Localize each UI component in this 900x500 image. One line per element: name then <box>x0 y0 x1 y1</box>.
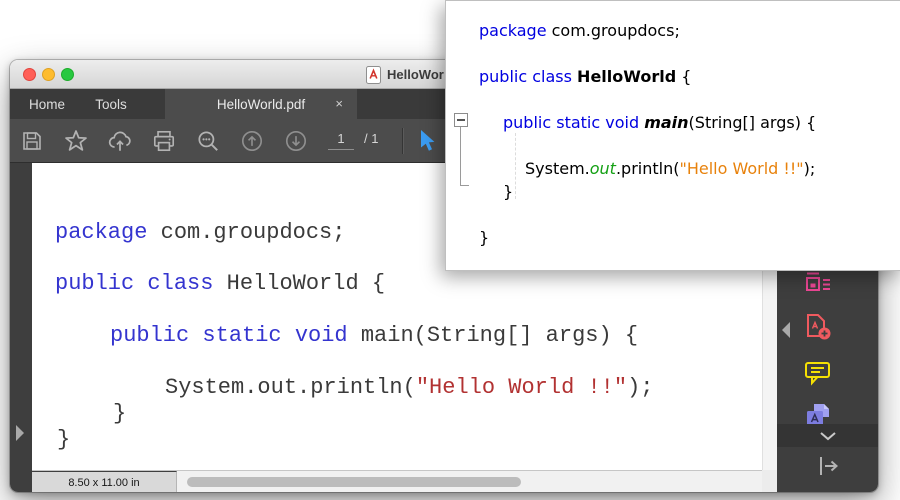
pdf-code-line: } <box>113 401 126 427</box>
window-title: HelloWor <box>366 64 444 85</box>
page-navigation: 1 / 1 <box>328 131 378 150</box>
tab-document[interactable]: HelloWorld.pdf × <box>165 89 357 119</box>
zoom-search-button[interactable] <box>194 127 222 155</box>
create-pdf-tool-icon <box>804 313 832 341</box>
close-tab-icon[interactable]: × <box>335 96 343 112</box>
pdf-file-icon <box>366 66 381 84</box>
share-button[interactable] <box>106 127 134 155</box>
pdf-code-line: package com.groupdocs; <box>55 220 345 246</box>
page-up-icon <box>239 128 265 154</box>
page-down-icon <box>283 128 309 154</box>
expand-tools-pane-icon[interactable] <box>782 322 790 338</box>
tab-document-label: HelloWorld.pdf <box>217 97 305 112</box>
zoom-search-icon <box>195 128 221 154</box>
close-window-button[interactable] <box>23 68 36 81</box>
minus-icon <box>457 119 465 121</box>
edit-pdf-tool-button[interactable] <box>804 272 832 300</box>
favorite-button[interactable] <box>62 127 90 155</box>
pdf-code-line: System.out.println("Hello World !!"); <box>165 375 653 401</box>
tab-home[interactable]: Home <box>18 89 76 119</box>
print-button[interactable] <box>150 127 178 155</box>
star-icon <box>63 128 89 154</box>
pointer-icon <box>416 128 440 154</box>
page-size-badge: 8.50 x 11.00 in <box>32 471 177 492</box>
editor-code-line: package com.groupdocs; <box>479 19 680 42</box>
edit-pdf-tool-icon <box>804 272 832 300</box>
window-title-text: HelloWor <box>387 67 444 82</box>
left-nav-pane <box>10 163 32 492</box>
editor-code-line: System.out.println("Hello World !!"); <box>525 157 815 180</box>
open-tools-pane-icon <box>817 455 841 477</box>
editor-code-line: } <box>503 180 513 203</box>
more-tools-chevron-icon <box>819 431 837 441</box>
minimize-window-button[interactable] <box>42 68 55 81</box>
pdf-code-line: public class HelloWorld { <box>55 271 385 297</box>
fold-guide-foot <box>460 185 469 186</box>
editor-code-line: } <box>479 226 489 249</box>
zoom-window-button[interactable] <box>61 68 74 81</box>
horizontal-scrollbar-thumb[interactable] <box>187 477 521 487</box>
create-pdf-tool-button[interactable] <box>804 313 832 341</box>
comment-tool-button[interactable] <box>804 359 832 387</box>
pdf-code-line: } <box>57 427 70 453</box>
toolbar-divider <box>402 128 403 154</box>
indent-guide <box>515 133 516 199</box>
desktop: HelloWor Home Tools HelloWorld.pdf × <box>0 0 900 500</box>
print-icon <box>151 128 177 154</box>
next-page-button[interactable] <box>282 127 310 155</box>
fold-guide-line <box>460 127 461 185</box>
scrollbar-corner <box>762 470 777 492</box>
page-total-label: / 1 <box>364 131 378 146</box>
bottom-bar: 8.50 x 11.00 in <box>32 470 762 492</box>
editor-code-line: public static void main(String[] args) { <box>503 111 816 134</box>
select-tool-button[interactable] <box>414 127 442 155</box>
share-cloud-icon <box>107 128 133 154</box>
tab-home-label: Home <box>29 97 65 112</box>
tab-tools-label: Tools <box>95 97 127 112</box>
source-code-popup: package com.groupdocs; public class Hell… <box>445 0 900 271</box>
code-fold-toggle[interactable] <box>454 113 468 127</box>
comment-tool-icon <box>804 359 832 387</box>
tab-tools[interactable]: Tools <box>82 89 140 119</box>
open-tools-pane-button[interactable] <box>817 455 841 477</box>
editor-code-line: public class HelloWorld { <box>479 65 691 88</box>
page-size-label: 8.50 x 11.00 in <box>68 477 139 489</box>
previous-page-button[interactable] <box>238 127 266 155</box>
save-button[interactable] <box>18 127 46 155</box>
save-icon <box>20 129 44 153</box>
page-number-input[interactable]: 1 <box>328 131 354 150</box>
pdf-code-line: public static void main(String[] args) { <box>110 323 638 349</box>
expand-left-pane-icon[interactable] <box>16 425 24 441</box>
more-tools-button[interactable] <box>777 424 878 447</box>
